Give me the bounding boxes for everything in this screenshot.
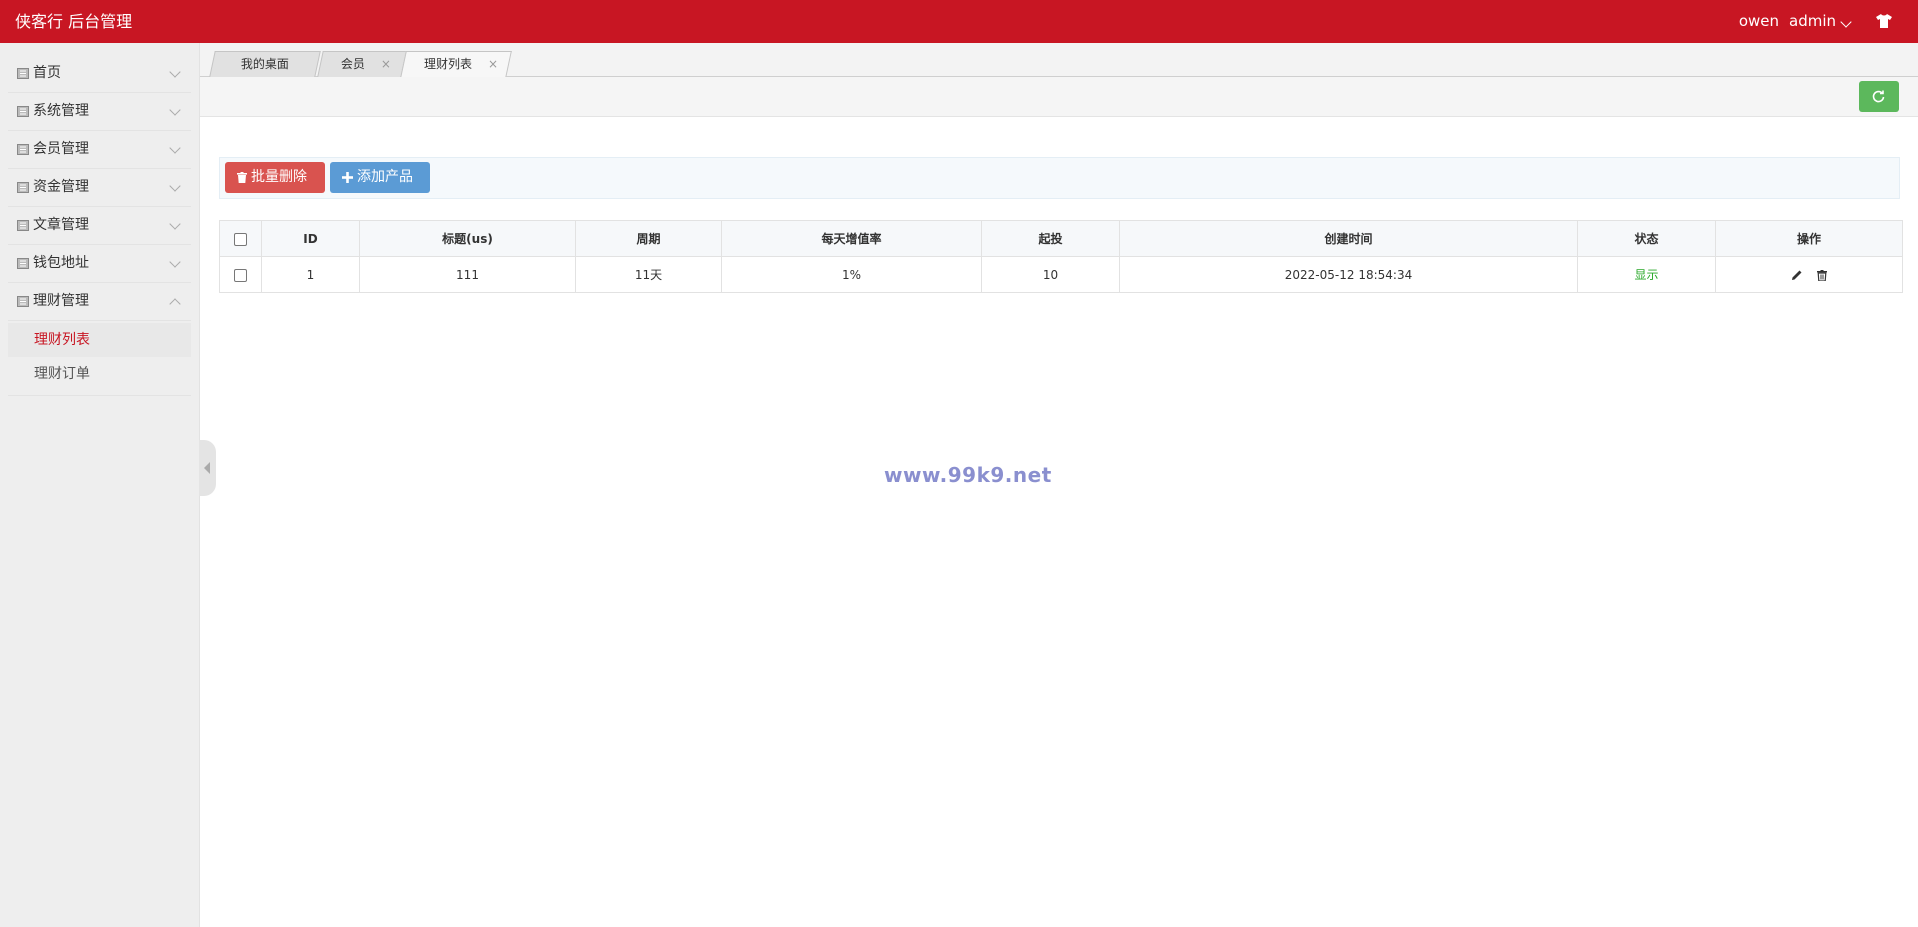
tab-finance-list[interactable]: 理财列表 × — [400, 51, 512, 78]
chevron-down-icon — [169, 180, 181, 192]
plus-icon — [342, 171, 353, 183]
add-product-button[interactable]: 添加产品 — [330, 162, 430, 193]
page-icon — [17, 106, 29, 117]
shirt-icon[interactable] — [1876, 14, 1892, 28]
sidebar-item-label: 资金管理 — [33, 179, 89, 195]
trash-icon[interactable] — [1816, 269, 1827, 281]
row-select-cell — [219, 256, 262, 293]
cell-status[interactable]: 显示 — [1577, 256, 1716, 293]
cell-rate: 1% — [721, 256, 982, 293]
page-icon — [17, 296, 29, 307]
cell-id: 1 — [261, 256, 360, 293]
sidebar-item-label: 钱包地址 — [33, 255, 89, 271]
chevron-down-icon — [169, 104, 181, 116]
sidebar-item-wallet[interactable]: 钱包地址 — [8, 245, 191, 283]
sidebar-item-system[interactable]: 系统管理 — [8, 93, 191, 131]
product-table: ID 标题(us) 周期 每天增值率 起投 创建时间 状态 操作 1 111 1… — [219, 220, 1903, 293]
main-content: 批量删除 添加产品 ID 标题(us) 周期 每天增值率 起投 创建时间 状态 … — [200, 117, 1918, 927]
finance-submenu: 理财列表 理财订单 — [8, 321, 191, 396]
page-icon — [17, 68, 29, 79]
close-icon[interactable]: × — [488, 52, 498, 77]
column-header: 操作 — [1715, 220, 1903, 257]
sidebar-item-label: 系统管理 — [33, 103, 89, 119]
refresh-button[interactable] — [1859, 81, 1899, 112]
tab-desktop[interactable]: 我的桌面 — [209, 51, 321, 77]
chevron-down-icon — [1840, 16, 1852, 28]
sidebar-subitem-finance-orders[interactable]: 理财订单 — [8, 357, 191, 391]
column-header: ID — [261, 220, 360, 257]
account-dropdown[interactable]: admin — [1789, 0, 1852, 43]
sidebar-item-articles[interactable]: 文章管理 — [8, 207, 191, 245]
app-title: 侠客行 后台管理 — [15, 12, 133, 31]
tab-members[interactable]: 会员 × — [317, 51, 407, 77]
table-row: 1 111 11天 1% 10 2022-05-12 18:54:34 显示 — [219, 256, 1903, 293]
column-header: 创建时间 — [1119, 220, 1578, 257]
cell-period: 11天 — [575, 256, 722, 293]
chevron-down-icon — [169, 256, 181, 268]
select-all-checkbox[interactable] — [234, 232, 247, 246]
trash-icon — [237, 171, 247, 183]
page-icon — [17, 258, 29, 269]
column-header: 标题(us) — [359, 220, 576, 257]
table-header-row: ID 标题(us) 周期 每天增值率 起投 创建时间 状态 操作 — [219, 220, 1903, 257]
sidebar-item-members[interactable]: 会员管理 — [8, 131, 191, 169]
page-icon — [17, 220, 29, 231]
sidebar-item-label: 理财管理 — [33, 293, 89, 309]
batch-delete-button[interactable]: 批量删除 — [225, 162, 325, 193]
sidebar-item-home[interactable]: 首页 — [8, 55, 191, 93]
refresh-icon — [1872, 90, 1885, 103]
cell-created-time: 2022-05-12 18:54:34 — [1119, 256, 1578, 293]
tab-label: 我的桌面 — [240, 57, 289, 71]
action-bar: 批量删除 添加产品 — [219, 157, 1900, 199]
user-menu[interactable]: owen admin — [1738, 0, 1852, 43]
username: owen — [1738, 12, 1779, 30]
tab-label: 理财列表 — [424, 57, 473, 71]
close-icon[interactable]: × — [381, 52, 391, 77]
sidebar-item-label: 首页 — [33, 65, 61, 81]
cell-actions — [1715, 256, 1903, 293]
page-icon — [17, 182, 29, 193]
sidebar-item-label: 文章管理 — [33, 217, 89, 233]
row-checkbox[interactable] — [234, 268, 247, 282]
column-header: 起投 — [981, 220, 1120, 257]
select-all-cell — [219, 220, 262, 257]
chevron-down-icon — [169, 218, 181, 230]
sidebar-item-finance[interactable]: 理财管理 — [8, 283, 191, 321]
page-icon — [17, 144, 29, 155]
sidebar-item-label: 会员管理 — [33, 141, 89, 157]
column-header: 状态 — [1577, 220, 1716, 257]
tab-label: 会员 — [340, 57, 365, 71]
column-header: 每天增值率 — [721, 220, 982, 257]
cell-min-invest: 10 — [981, 256, 1120, 293]
top-header: 侠客行 后台管理 owen admin — [0, 0, 1918, 43]
watermark-text: www.99k9.net — [884, 463, 1052, 487]
sidebar-subitem-finance-list[interactable]: 理财列表 — [8, 323, 191, 357]
edit-icon[interactable] — [1791, 269, 1803, 281]
page-toolstrip — [200, 77, 1918, 117]
cell-title: 111 — [359, 256, 576, 293]
chevron-up-icon — [169, 298, 181, 310]
sidebar-item-funds[interactable]: 资金管理 — [8, 169, 191, 207]
column-header: 周期 — [575, 220, 722, 257]
chevron-down-icon — [169, 66, 181, 78]
tab-bar: 我的桌面 会员 × 理财列表 × — [200, 43, 1918, 78]
chevron-down-icon — [169, 142, 181, 154]
sidebar: 首页 系统管理 会员管理 资金管理 文章管理 钱包地址 理财管理 理财列表 理财… — [0, 43, 200, 927]
